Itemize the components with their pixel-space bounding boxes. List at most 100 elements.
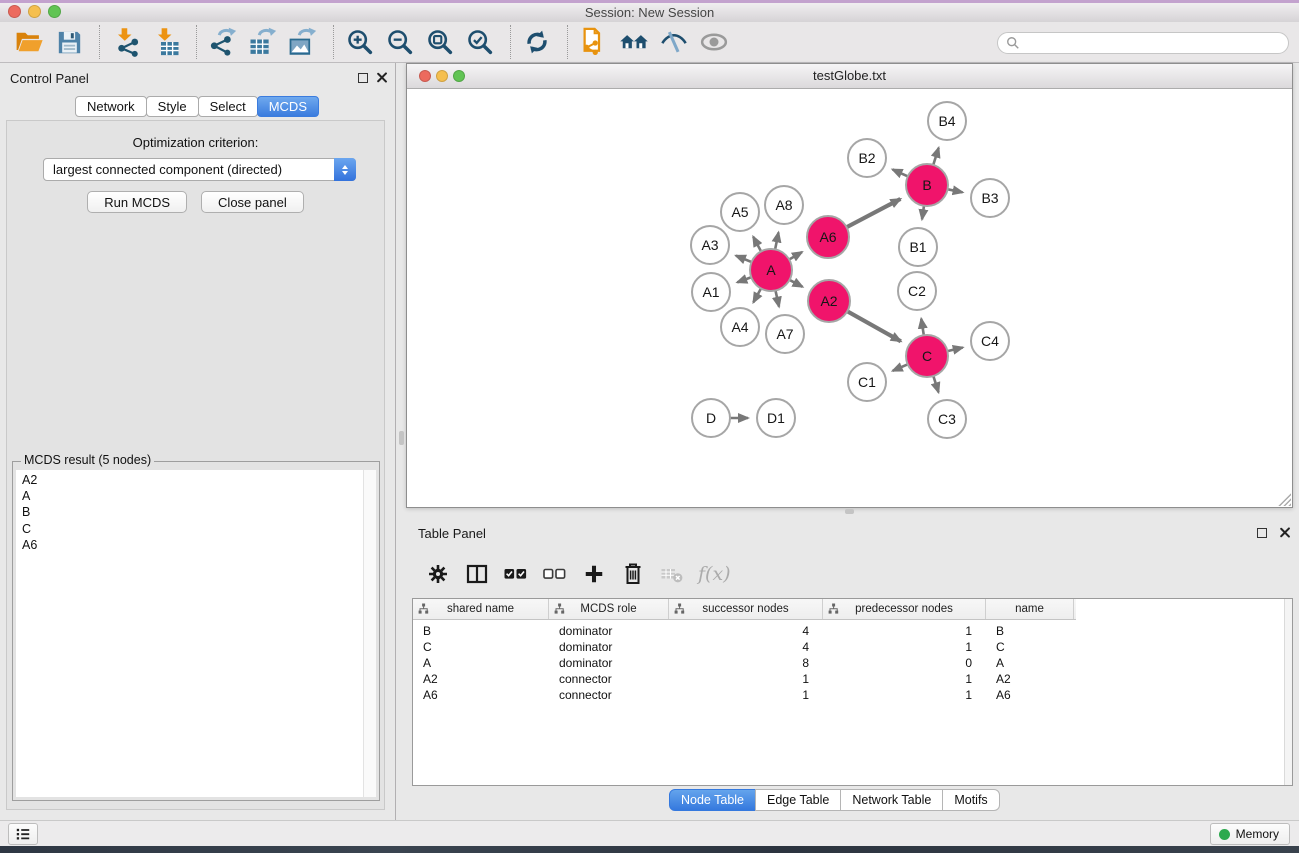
table-settings-button[interactable] <box>425 561 451 587</box>
refresh-layout-button[interactable] <box>519 24 555 60</box>
edge-C-C3[interactable] <box>933 375 938 392</box>
tab-mcds[interactable]: MCDS <box>257 96 319 117</box>
tab-motifs[interactable]: Motifs <box>942 789 999 811</box>
close-panel-icon[interactable] <box>376 72 387 83</box>
table-row[interactable]: Bdominator41B <box>413 623 1292 639</box>
select-all-button[interactable] <box>503 561 529 587</box>
homes-button[interactable] <box>616 24 652 60</box>
float-panel-icon[interactable] <box>358 73 368 83</box>
edge-B-B4[interactable] <box>933 148 939 166</box>
table-panel: Table Panel f(x) shared nameMCDS rolesuc… <box>396 520 1299 812</box>
table-row[interactable]: A6connector11A6 <box>413 687 1292 703</box>
column-header-shared-name[interactable]: shared name <box>413 599 549 619</box>
task-history-button[interactable] <box>8 823 38 845</box>
window-titlebar[interactable]: Session: New Session <box>0 3 1299 22</box>
table-row[interactable]: Adominator80A <box>413 655 1292 671</box>
zoom-in-button[interactable] <box>342 24 378 60</box>
table-cell: 1 <box>669 688 823 702</box>
delete-table-button[interactable] <box>659 561 685 587</box>
table-scrollbar[interactable] <box>1284 599 1292 785</box>
zoom-out-button[interactable] <box>382 24 418 60</box>
desktop-horizontal-scrollbar[interactable] <box>845 509 854 514</box>
search-box[interactable] <box>997 32 1289 54</box>
table-row[interactable]: A2connector11A2 <box>413 671 1292 687</box>
export-image-button[interactable] <box>285 24 321 60</box>
new-network-from-selection-button[interactable] <box>576 24 612 60</box>
edge-B-B3[interactable] <box>947 189 963 192</box>
import-table-button[interactable] <box>148 24 184 60</box>
edge-B-B2[interactable] <box>893 169 909 176</box>
column-header-MCDS-role[interactable]: MCDS role <box>549 599 669 619</box>
result-item[interactable]: B <box>22 504 376 520</box>
column-header-name[interactable]: name <box>986 599 1074 619</box>
zoom-fit-button[interactable] <box>422 24 458 60</box>
float-table-panel-icon[interactable] <box>1257 528 1267 538</box>
network-canvas[interactable]: B4B2BB3A8A5A6A3B1AC2A1A2A4A7C4CC1DD1C3 <box>407 89 1292 507</box>
edge-A-A1[interactable] <box>737 277 752 282</box>
search-input[interactable] <box>1020 36 1280 50</box>
result-item[interactable]: C <box>22 521 376 537</box>
column-visibility-button[interactable] <box>464 561 490 587</box>
tab-style[interactable]: Style <box>146 96 199 117</box>
result-item[interactable]: A6 <box>22 537 376 553</box>
edge-A2-C[interactable] <box>846 311 900 342</box>
memory-button[interactable]: Memory <box>1210 823 1290 845</box>
deselect-all-button[interactable] <box>542 561 568 587</box>
open-session-button[interactable] <box>11 24 47 60</box>
add-column-button[interactable] <box>581 561 607 587</box>
tab-edge-table[interactable]: Edge Table <box>755 789 841 811</box>
save-session-button[interactable] <box>51 24 87 60</box>
tab-network-table[interactable]: Network Table <box>840 789 943 811</box>
column-header-predecessor-nodes[interactable]: predecessor nodes <box>823 599 986 619</box>
edge-C-C1[interactable] <box>893 364 909 371</box>
table-cell: B <box>986 624 1074 638</box>
show-panels-button[interactable] <box>696 24 732 60</box>
table-row[interactable]: Cdominator41C <box>413 639 1292 655</box>
export-table-button[interactable] <box>245 24 281 60</box>
toolbar-separator <box>333 25 334 59</box>
tab-network[interactable]: Network <box>75 96 147 117</box>
maximize-network-window-button[interactable] <box>453 70 465 82</box>
tab-select[interactable]: Select <box>198 96 258 117</box>
close-panel-button[interactable]: Close panel <box>201 191 304 213</box>
import-network-button[interactable] <box>108 24 144 60</box>
tab-node-table[interactable]: Node Table <box>669 789 756 811</box>
delete-column-button[interactable] <box>620 561 646 587</box>
hide-panels-button[interactable] <box>656 24 692 60</box>
column-label: name <box>1015 603 1044 615</box>
network-window-titlebar[interactable]: testGlobe.txt <box>407 64 1292 89</box>
result-item[interactable]: A2 <box>22 472 376 488</box>
select-stepper-icon[interactable] <box>334 158 356 181</box>
edge-C-C4[interactable] <box>946 347 962 351</box>
close-table-panel-icon[interactable] <box>1279 527 1290 538</box>
result-item[interactable]: A <box>22 488 376 504</box>
criterion-select[interactable]: largest connected component (directed) <box>43 158 356 181</box>
column-header-successor-nodes[interactable]: successor nodes <box>669 599 823 619</box>
network-graph[interactable]: B4B2BB3A8A5A6A3B1AC2A1A2A4A7C4CC1DD1C3 <box>407 89 1292 507</box>
edge-C-C2[interactable] <box>921 319 924 337</box>
node-label: C1 <box>858 374 876 390</box>
run-mcds-button[interactable]: Run MCDS <box>87 191 187 213</box>
edge-A-A5[interactable] <box>753 237 761 253</box>
minimize-network-window-button[interactable] <box>436 70 448 82</box>
edge-A-A4[interactable] <box>753 288 761 303</box>
edge-A6-B[interactable] <box>846 199 901 228</box>
table-panel-title: Table Panel <box>418 526 486 541</box>
edge-A-A6[interactable] <box>788 252 802 260</box>
desktop-vertical-scrollbar[interactable] <box>399 431 404 445</box>
table-cell: A6 <box>986 688 1074 702</box>
function-builder-button[interactable]: f(x) <box>698 563 731 585</box>
zoom-selected-button[interactable] <box>462 24 498 60</box>
export-network-button[interactable] <box>205 24 241 60</box>
edge-A-A2[interactable] <box>789 279 803 286</box>
mcds-result-list[interactable]: A2ABCA6 <box>16 470 376 797</box>
edge-A-A3[interactable] <box>736 256 753 263</box>
edge-A-A8[interactable] <box>775 232 779 250</box>
edge-A-A7[interactable] <box>775 290 779 307</box>
edge-B-B1[interactable] <box>922 205 924 219</box>
search-icon <box>1006 36 1020 50</box>
table-cell: dominator <box>549 656 669 670</box>
close-network-window-button[interactable] <box>419 70 431 82</box>
result-scrollbar[interactable] <box>363 470 376 797</box>
node-label: C2 <box>908 283 926 299</box>
